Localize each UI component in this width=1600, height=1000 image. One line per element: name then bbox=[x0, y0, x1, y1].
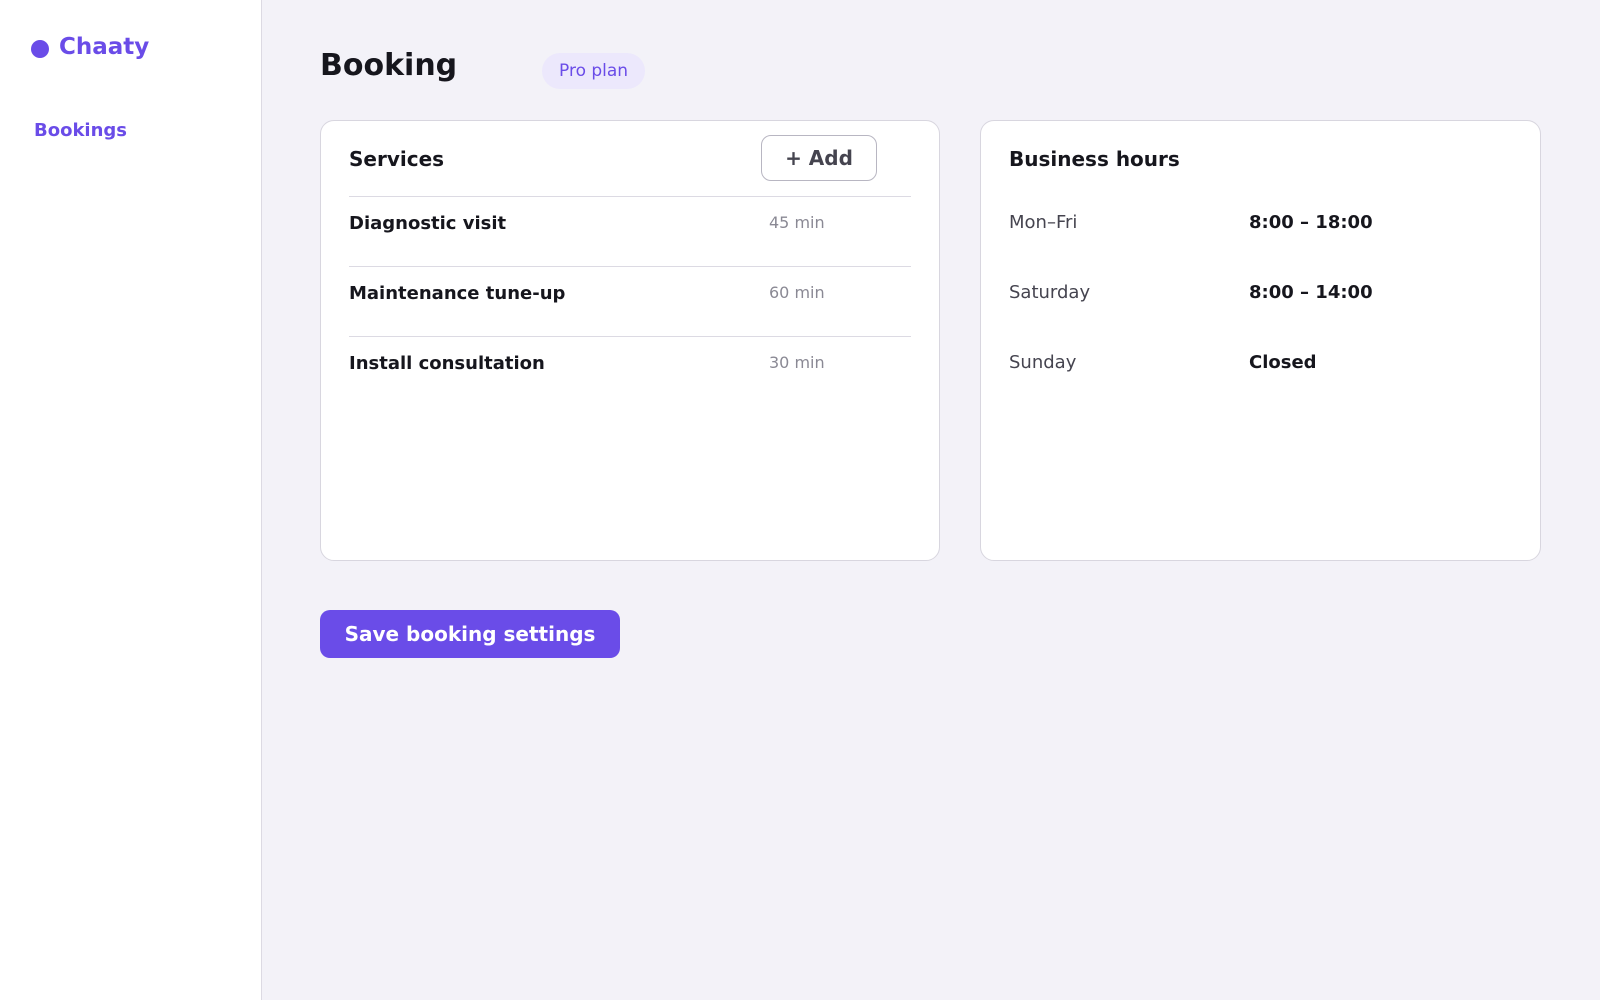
service-duration: 30 min bbox=[769, 353, 825, 372]
hours-row: Mon–Fri 8:00 – 18:00 bbox=[1009, 196, 1509, 266]
hours-list: Mon–Fri 8:00 – 18:00 Saturday 8:00 – 14:… bbox=[1009, 196, 1509, 406]
hours-row: Sunday Closed bbox=[1009, 336, 1509, 406]
hours-day: Sunday bbox=[1009, 352, 1077, 373]
service-row[interactable]: Maintenance tune-up 60 min bbox=[349, 266, 911, 336]
service-duration: 45 min bbox=[769, 213, 825, 232]
business-hours-title: Business hours bbox=[1009, 147, 1180, 171]
brand-name: Chaaty bbox=[59, 34, 150, 60]
sidebar: Chaaty Bookings bbox=[0, 0, 262, 1000]
sidebar-item-bookings[interactable]: Bookings bbox=[34, 120, 127, 141]
services-list: Diagnostic visit 45 min Maintenance tune… bbox=[349, 196, 911, 406]
app-root: Chaaty Bookings Booking Pro plan Service… bbox=[0, 0, 1600, 1000]
hours-time: Closed bbox=[1249, 352, 1317, 373]
main-content: Booking Pro plan Services + Add Diagnost… bbox=[262, 0, 1600, 1000]
plan-badge: Pro plan bbox=[542, 53, 646, 89]
hours-day: Saturday bbox=[1009, 282, 1091, 303]
service-row[interactable]: Install consultation 30 min bbox=[349, 336, 911, 406]
save-booking-settings-button[interactable]: Save booking settings bbox=[320, 610, 620, 658]
service-name: Maintenance tune-up bbox=[349, 283, 566, 304]
hours-time: 8:00 – 14:00 bbox=[1249, 282, 1373, 303]
service-duration: 60 min bbox=[769, 283, 825, 302]
service-name: Install consultation bbox=[349, 353, 545, 374]
add-service-button[interactable]: + Add bbox=[761, 135, 877, 181]
hours-row: Saturday 8:00 – 14:00 bbox=[1009, 266, 1509, 336]
services-title: Services bbox=[349, 147, 445, 171]
page-title: Booking bbox=[320, 48, 458, 83]
service-row[interactable]: Diagnostic visit 45 min bbox=[349, 196, 911, 266]
services-card: Services + Add Diagnostic visit 45 min M… bbox=[320, 120, 940, 561]
hours-time: 8:00 – 18:00 bbox=[1249, 212, 1373, 233]
brand-dot-icon bbox=[31, 39, 49, 58]
hours-day: Mon–Fri bbox=[1009, 212, 1078, 233]
business-hours-card: Business hours Mon–Fri 8:00 – 18:00 Satu… bbox=[980, 120, 1541, 561]
service-name: Diagnostic visit bbox=[349, 213, 507, 234]
brand-logo[interactable]: Chaaty bbox=[31, 34, 149, 60]
